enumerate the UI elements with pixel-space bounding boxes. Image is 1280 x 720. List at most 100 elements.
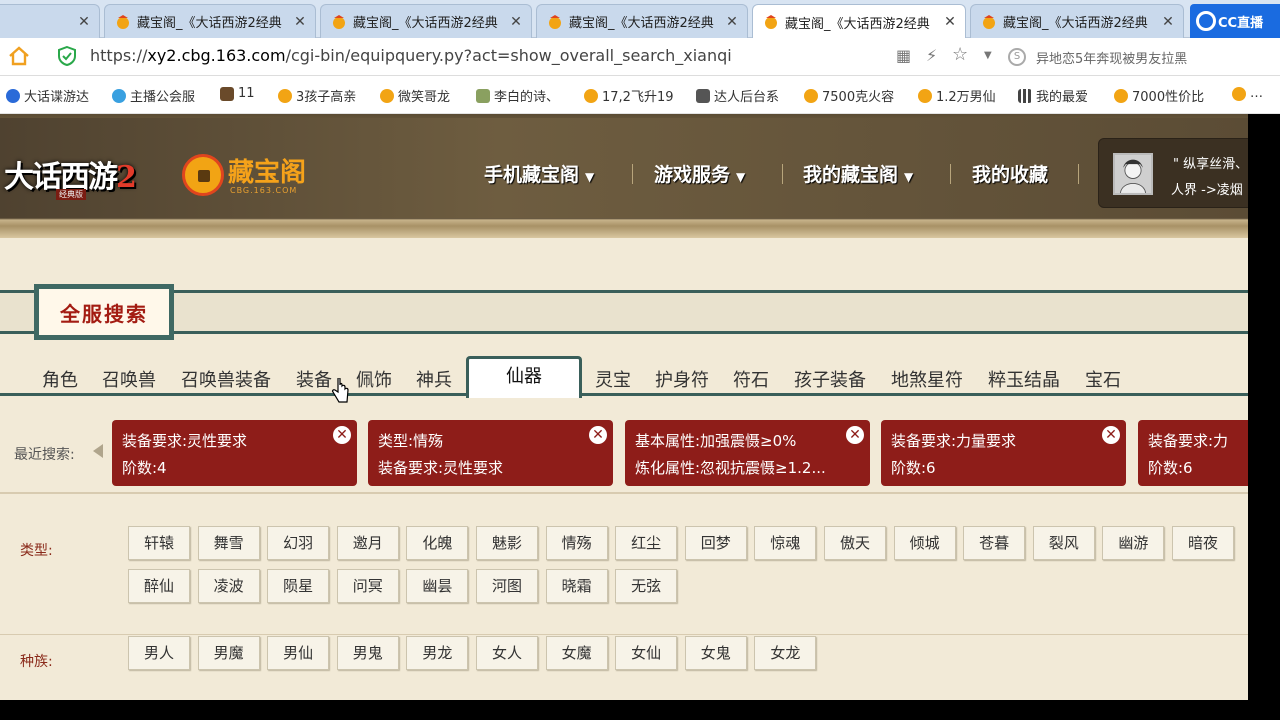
cc-ring-icon: [1196, 11, 1216, 31]
tab-star-talisman[interactable]: 地煞星符: [891, 366, 963, 392]
close-icon[interactable]: ✕: [589, 426, 607, 444]
close-icon[interactable]: ✕: [1102, 426, 1120, 444]
type-option[interactable]: 幽游: [1102, 526, 1165, 560]
recent-search-card[interactable]: 装备要求:力 阶数:6: [1138, 420, 1248, 486]
bookmark-item[interactable]: 11: [220, 86, 255, 101]
recent-searches: 最近搜索: 装备要求:灵性要求 阶数:4 ✕ 类型:情殇 装备要求:灵性要求 ✕…: [0, 410, 1248, 494]
close-tab-icon[interactable]: ✕: [75, 14, 93, 30]
type-option[interactable]: 陨星: [267, 569, 330, 603]
type-option[interactable]: 暗夜: [1172, 526, 1234, 560]
type-option[interactable]: 幽昙: [406, 569, 469, 603]
bookmark-item[interactable]: 1.2万男仙: [918, 86, 996, 105]
home-icon[interactable]: [8, 46, 30, 66]
race-option[interactable]: 女龙: [754, 636, 817, 670]
browser-tab[interactable]: 藏宝阁_《大话西游2经典 ✕: [536, 4, 748, 38]
bookmark-item[interactable]: 3孩子高亲: [278, 86, 356, 105]
type-option[interactable]: 傲天: [824, 526, 886, 560]
url-input[interactable]: https://xy2.cbg.163.com/cgi-bin/equipque…: [90, 46, 732, 65]
nav-mobile-cbg[interactable]: 手机藏宝阁 ▼: [484, 160, 594, 187]
recent-search-card[interactable]: 装备要求:灵性要求 阶数:4 ✕: [112, 420, 357, 486]
type-option[interactable]: 红尘: [615, 526, 678, 560]
race-option[interactable]: 女人: [476, 636, 538, 670]
tab-divine-weapon[interactable]: 神兵: [416, 366, 452, 392]
bookmark-item[interactable]: 17,2飞升19: [584, 86, 674, 105]
type-option[interactable]: 邀月: [336, 526, 399, 560]
type-option[interactable]: 惊魂: [754, 526, 817, 560]
type-option[interactable]: 魅影: [476, 526, 538, 560]
bookmark-item[interactable]: …: [1232, 86, 1263, 101]
browser-tab[interactable]: 藏宝阁_《大话西游2经典 ✕: [104, 4, 316, 38]
bookmark-item[interactable]: 微笑哥龙: [380, 86, 450, 105]
close-icon[interactable]: ✕: [846, 426, 864, 444]
nav-my-favorites[interactable]: 我的收藏: [972, 160, 1048, 187]
close-tab-icon[interactable]: ✕: [723, 14, 741, 30]
browser-tab-active[interactable]: 藏宝阁_《大话西游2经典 ✕: [752, 4, 966, 39]
tab-amulet[interactable]: 护身符: [655, 366, 709, 392]
tab-equipment[interactable]: 装备: [296, 366, 332, 392]
cbg-logo[interactable]: 藏宝阁 CBG.163.COM: [182, 150, 322, 200]
type-option[interactable]: 问冥: [336, 569, 399, 603]
bookmark-item[interactable]: 主播公会服: [112, 86, 195, 105]
type-option[interactable]: 无弦: [615, 569, 678, 603]
scroll-left-arrow-icon[interactable]: [93, 444, 103, 458]
close-icon[interactable]: ✕: [333, 426, 351, 444]
recent-search-card[interactable]: 基本属性:加强震慑≥0% 炼化属性:忽视抗震慑≥1.2... ✕: [625, 420, 870, 486]
bookmark-item[interactable]: 7000性价比: [1114, 86, 1204, 105]
recent-search-card[interactable]: 类型:情殇 装备要求:灵性要求 ✕: [368, 420, 613, 486]
tab-rune[interactable]: 符石: [733, 366, 769, 392]
race-option[interactable]: 男人: [128, 636, 190, 670]
tab-jade-crystal[interactable]: 粹玉结晶: [988, 366, 1060, 392]
type-option[interactable]: 化魄: [406, 526, 469, 560]
lightning-icon[interactable]: ⚡: [926, 46, 937, 65]
tab-child-equip[interactable]: 孩子装备: [794, 366, 866, 392]
type-option[interactable]: 凌波: [197, 569, 260, 603]
tab-role[interactable]: 角色: [42, 366, 78, 392]
type-option[interactable]: 舞雪: [197, 526, 260, 560]
race-option[interactable]: 女魔: [545, 636, 608, 670]
type-filter-label: 类型:: [20, 543, 53, 559]
type-option[interactable]: 情殇: [545, 526, 608, 560]
type-option[interactable]: 幻羽: [267, 526, 330, 560]
chevron-down-icon[interactable]: ▼: [984, 50, 992, 61]
type-option[interactable]: 河图: [476, 569, 538, 603]
close-tab-icon[interactable]: ✕: [507, 14, 525, 30]
type-option[interactable]: 醉仙: [128, 569, 190, 603]
type-option[interactable]: 裂风: [1032, 526, 1095, 560]
bookmark-item[interactable]: 大话谍游达: [6, 86, 89, 105]
type-option[interactable]: 晓霜: [545, 569, 608, 603]
tab-pet[interactable]: 召唤兽: [102, 366, 156, 392]
type-option[interactable]: 苍暮: [963, 526, 1026, 560]
type-option[interactable]: 回梦: [684, 526, 747, 560]
close-tab-icon[interactable]: ✕: [291, 14, 309, 30]
race-option[interactable]: 男魔: [197, 636, 260, 670]
star-icon[interactable]: ☆: [952, 44, 968, 65]
qr-code-icon[interactable]: ▦: [896, 46, 911, 65]
user-panel[interactable]: " 纵享丝滑、 人界 ->凌烟: [1098, 138, 1248, 208]
race-option[interactable]: 女鬼: [684, 636, 747, 670]
race-option[interactable]: 男龙: [406, 636, 469, 670]
race-option[interactable]: 男鬼: [336, 636, 399, 670]
bookmark-item[interactable]: 李白的诗、: [476, 86, 559, 105]
shield-icon[interactable]: [58, 46, 76, 66]
recent-search-card[interactable]: 装备要求:力量要求 阶数:6 ✕: [881, 420, 1126, 486]
tab-pet-equip[interactable]: 召唤兽装备: [181, 366, 271, 392]
browser-tab[interactable]: 藏宝阁_《大话西游2经典 ✕: [970, 4, 1184, 38]
bookmark-item[interactable]: 达人后台系: [696, 86, 779, 105]
race-option[interactable]: 女仙: [615, 636, 678, 670]
type-option[interactable]: 倾城: [893, 526, 956, 560]
browser-tab[interactable]: 藏宝阁_《大话西游2经典 ✕: [320, 4, 532, 38]
bookmark-item[interactable]: 我的最爱: [1018, 86, 1088, 105]
nav-game-services[interactable]: 游戏服务 ▼: [654, 160, 745, 187]
nav-my-cbg[interactable]: 我的藏宝阁 ▼: [803, 160, 913, 187]
tab-accessory[interactable]: 佩饰: [356, 366, 392, 392]
tab-spirit-treasure[interactable]: 灵宝: [595, 366, 631, 392]
tab-xianqi-active[interactable]: 仙器: [466, 356, 582, 398]
race-option[interactable]: 男仙: [267, 636, 330, 670]
close-tab-icon[interactable]: ✕: [1159, 14, 1177, 30]
type-option[interactable]: 轩辕: [128, 526, 190, 560]
bookmark-item[interactable]: 7500克火容: [804, 86, 894, 105]
browser-tab[interactable]: ✕: [0, 4, 100, 38]
close-tab-icon[interactable]: ✕: [941, 14, 959, 30]
tab-gem[interactable]: 宝石: [1085, 366, 1121, 392]
side-search-box[interactable]: S 异地恋5年奔现被男友拉黑: [1008, 44, 1248, 70]
